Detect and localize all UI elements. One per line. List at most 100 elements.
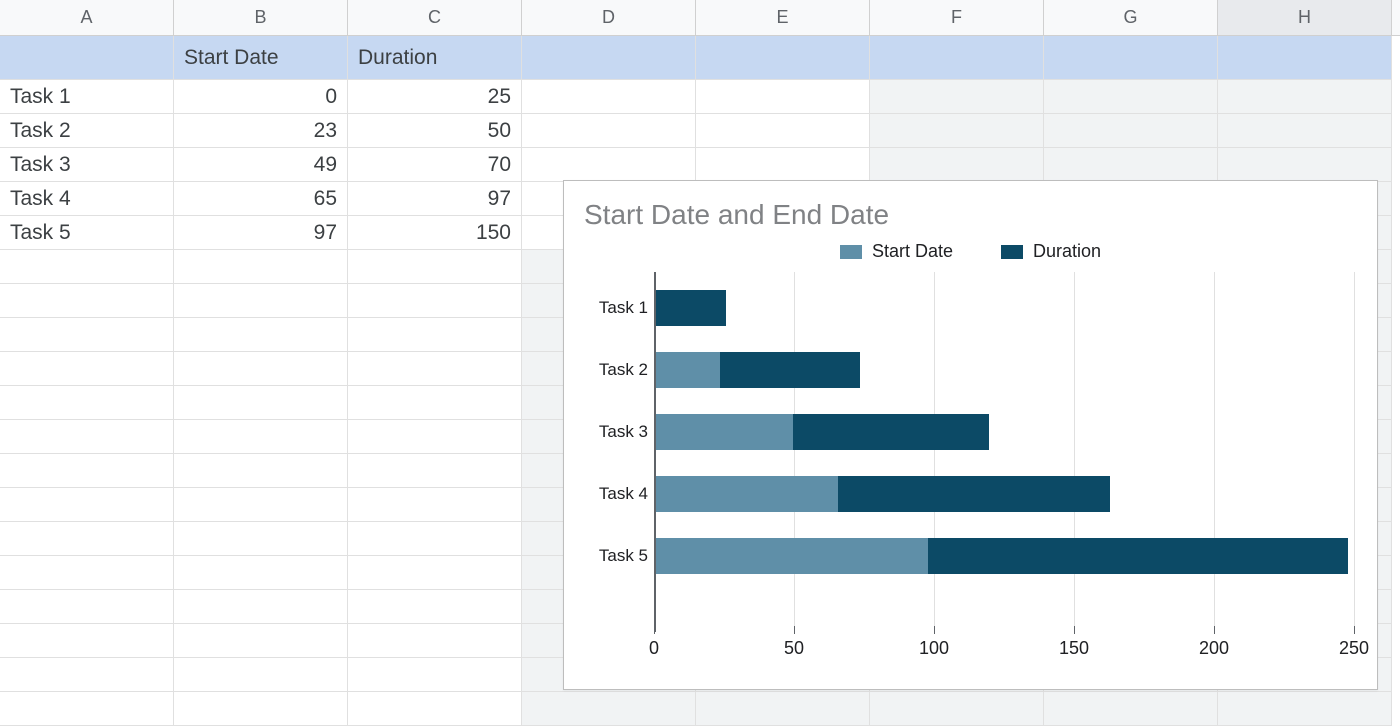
column-header-h[interactable]: H xyxy=(1218,0,1392,35)
cell-h3[interactable] xyxy=(1218,114,1392,148)
empty-cell[interactable] xyxy=(1218,692,1392,726)
cell-c5[interactable]: 97 xyxy=(348,182,522,216)
empty-cell[interactable] xyxy=(348,318,522,352)
empty-cell[interactable] xyxy=(174,420,348,454)
cell-e1[interactable] xyxy=(696,36,870,80)
cell-b1[interactable]: Start Date xyxy=(174,36,348,80)
cell-d3[interactable] xyxy=(522,114,696,148)
empty-cell[interactable] xyxy=(0,454,174,488)
bar-segment-duration[interactable] xyxy=(720,352,860,388)
empty-cell[interactable] xyxy=(0,488,174,522)
column-header-e[interactable]: E xyxy=(696,0,870,35)
cell-b6[interactable]: 97 xyxy=(174,216,348,250)
cell-a4[interactable]: Task 3 xyxy=(0,148,174,182)
cell-a6[interactable]: Task 5 xyxy=(0,216,174,250)
empty-cell[interactable] xyxy=(174,386,348,420)
empty-cell[interactable] xyxy=(0,556,174,590)
empty-cell[interactable] xyxy=(0,352,174,386)
bar-segment-start[interactable] xyxy=(656,476,838,512)
cell-h4[interactable] xyxy=(1218,148,1392,182)
cell-f4[interactable] xyxy=(870,148,1044,182)
empty-cell[interactable] xyxy=(348,250,522,284)
cell-a5[interactable]: Task 4 xyxy=(0,182,174,216)
empty-cell[interactable] xyxy=(348,590,522,624)
empty-cell[interactable] xyxy=(174,692,348,726)
cell-a2[interactable]: Task 1 xyxy=(0,80,174,114)
empty-cell[interactable] xyxy=(348,284,522,318)
column-header-d[interactable]: D xyxy=(522,0,696,35)
empty-cell[interactable] xyxy=(174,522,348,556)
empty-cell[interactable] xyxy=(1044,692,1218,726)
cell-c1[interactable]: Duration xyxy=(348,36,522,80)
cell-a1[interactable] xyxy=(0,36,174,80)
cell-c2[interactable]: 25 xyxy=(348,80,522,114)
cell-d1[interactable] xyxy=(522,36,696,80)
empty-cell[interactable] xyxy=(174,284,348,318)
bar-segment-duration[interactable] xyxy=(793,414,989,450)
chart-card[interactable]: Start Date and End Date Start DateDurati… xyxy=(563,180,1378,690)
cell-e3[interactable] xyxy=(696,114,870,148)
empty-cell[interactable] xyxy=(174,318,348,352)
empty-cell[interactable] xyxy=(174,556,348,590)
empty-cell[interactable] xyxy=(174,352,348,386)
empty-cell[interactable] xyxy=(0,420,174,454)
cell-b3[interactable]: 23 xyxy=(174,114,348,148)
column-header-f[interactable]: F xyxy=(870,0,1044,35)
column-header-b[interactable]: B xyxy=(174,0,348,35)
empty-cell[interactable] xyxy=(174,590,348,624)
empty-cell[interactable] xyxy=(348,624,522,658)
empty-cell[interactable] xyxy=(0,318,174,352)
empty-cell[interactable] xyxy=(522,692,696,726)
cell-c6[interactable]: 150 xyxy=(348,216,522,250)
empty-cell[interactable] xyxy=(696,692,870,726)
cell-g2[interactable] xyxy=(1044,80,1218,114)
cell-d4[interactable] xyxy=(522,148,696,182)
empty-cell[interactable] xyxy=(0,624,174,658)
column-header-c[interactable]: C xyxy=(348,0,522,35)
empty-cell[interactable] xyxy=(870,692,1044,726)
cell-h2[interactable] xyxy=(1218,80,1392,114)
cell-h1[interactable] xyxy=(1218,36,1392,80)
cell-b2[interactable]: 0 xyxy=(174,80,348,114)
bar-segment-start[interactable] xyxy=(656,538,928,574)
empty-cell[interactable] xyxy=(348,692,522,726)
cell-b5[interactable]: 65 xyxy=(174,182,348,216)
cell-b4[interactable]: 49 xyxy=(174,148,348,182)
bar-segment-start[interactable] xyxy=(656,414,793,450)
bar-segment-duration[interactable] xyxy=(838,476,1110,512)
empty-cell[interactable] xyxy=(174,250,348,284)
cell-c3[interactable]: 50 xyxy=(348,114,522,148)
cell-f2[interactable] xyxy=(870,80,1044,114)
empty-cell[interactable] xyxy=(348,386,522,420)
empty-cell[interactable] xyxy=(348,420,522,454)
empty-cell[interactable] xyxy=(348,658,522,692)
empty-cell[interactable] xyxy=(348,522,522,556)
cell-d2[interactable] xyxy=(522,80,696,114)
empty-cell[interactable] xyxy=(174,454,348,488)
cell-a3[interactable]: Task 2 xyxy=(0,114,174,148)
empty-cell[interactable] xyxy=(174,488,348,522)
bar-segment-duration[interactable] xyxy=(928,538,1348,574)
column-header-g[interactable]: G xyxy=(1044,0,1218,35)
empty-cell[interactable] xyxy=(0,284,174,318)
bar-segment-duration[interactable] xyxy=(656,290,726,326)
empty-cell[interactable] xyxy=(0,250,174,284)
cell-g1[interactable] xyxy=(1044,36,1218,80)
cell-c4[interactable]: 70 xyxy=(348,148,522,182)
empty-cell[interactable] xyxy=(0,658,174,692)
cell-f3[interactable] xyxy=(870,114,1044,148)
bar-segment-start[interactable] xyxy=(656,352,720,388)
empty-cell[interactable] xyxy=(348,488,522,522)
column-header-a[interactable]: A xyxy=(0,0,174,35)
cell-f1[interactable] xyxy=(870,36,1044,80)
empty-cell[interactable] xyxy=(0,386,174,420)
empty-cell[interactable] xyxy=(0,590,174,624)
empty-cell[interactable] xyxy=(348,352,522,386)
cell-e4[interactable] xyxy=(696,148,870,182)
empty-cell[interactable] xyxy=(348,454,522,488)
empty-cell[interactable] xyxy=(0,692,174,726)
cell-g4[interactable] xyxy=(1044,148,1218,182)
empty-cell[interactable] xyxy=(0,522,174,556)
empty-cell[interactable] xyxy=(174,658,348,692)
empty-cell[interactable] xyxy=(174,624,348,658)
